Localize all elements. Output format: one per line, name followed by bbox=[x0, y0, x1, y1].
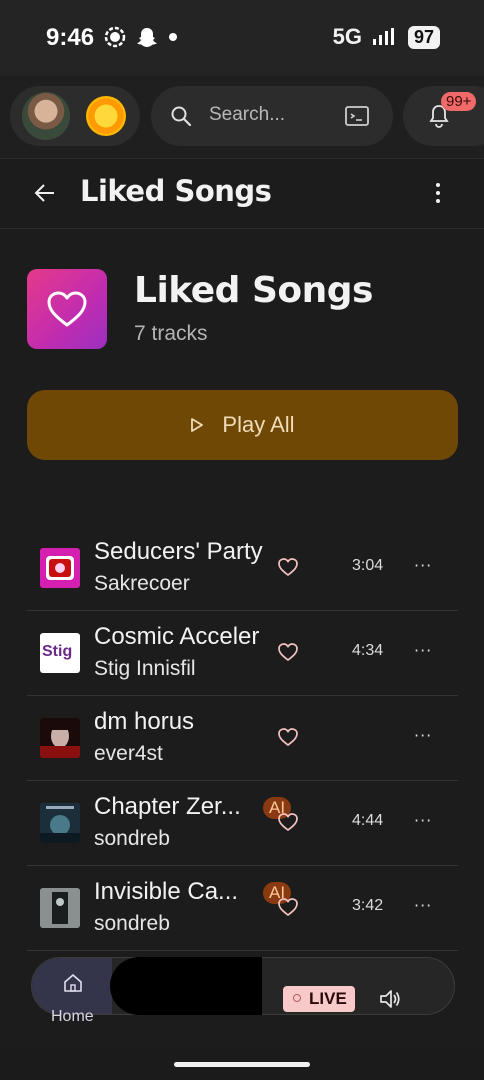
track-more-button[interactable]: ··· bbox=[414, 641, 432, 661]
track-artist: sondreb bbox=[94, 827, 170, 850]
status-bar: 9:46 5G 97 bbox=[0, 0, 484, 76]
search-bar[interactable]: Search... bbox=[151, 86, 393, 146]
status-time: 9:46 bbox=[46, 24, 95, 51]
track-artist: Stig Innisfil bbox=[94, 657, 196, 680]
track-more-button[interactable]: ··· bbox=[414, 811, 432, 831]
track-title: Cosmic Acceler bbox=[94, 623, 260, 650]
sun-status-icon[interactable] bbox=[86, 96, 126, 136]
track-row[interactable]: Chapter Zer... sondreb AI 4:44 ··· bbox=[27, 781, 458, 866]
playlist-cover bbox=[27, 269, 107, 349]
track-duration: 4:44 bbox=[352, 812, 384, 829]
track-title: Seducers' Party bbox=[94, 538, 263, 565]
play-icon bbox=[191, 418, 204, 432]
signal-app-icon bbox=[104, 26, 126, 48]
nav-home[interactable] bbox=[32, 958, 112, 1014]
notifications-button[interactable]: 99+ bbox=[403, 86, 484, 146]
playlist-title: Liked Songs bbox=[134, 270, 373, 311]
track-artwork bbox=[40, 888, 80, 928]
dot-indicator-icon bbox=[169, 33, 177, 41]
track-duration: 3:42 bbox=[352, 897, 384, 914]
snapchat-icon bbox=[137, 28, 157, 47]
page-header: Liked Songs bbox=[0, 158, 484, 229]
more-vertical-icon[interactable] bbox=[428, 180, 448, 206]
track-title: Chapter Zer... bbox=[94, 793, 241, 820]
avatar[interactable] bbox=[22, 92, 70, 140]
volume-icon[interactable] bbox=[378, 988, 402, 1010]
track-row[interactable]: Stig Cosmic Acceler Stig Innisfil 4:34 ·… bbox=[27, 611, 458, 696]
like-heart-icon[interactable] bbox=[277, 811, 299, 833]
track-row[interactable]: dm horus ever4st ··· bbox=[27, 696, 458, 781]
track-list: Seducers' Party Sakrecoer 3:04 ··· Stig … bbox=[27, 526, 458, 951]
system-nav-bar bbox=[0, 1048, 484, 1080]
track-artwork bbox=[40, 803, 80, 843]
network-type: 5G bbox=[332, 24, 362, 49]
track-more-button[interactable]: ··· bbox=[414, 556, 432, 576]
signal-strength-icon bbox=[372, 28, 394, 45]
top-bar: Search... 99+ bbox=[0, 76, 484, 159]
play-all-button[interactable]: Play All bbox=[27, 390, 458, 460]
terminal-icon[interactable] bbox=[345, 105, 369, 127]
like-heart-icon[interactable] bbox=[277, 726, 299, 748]
track-duration: 4:34 bbox=[352, 642, 384, 659]
home-icon bbox=[64, 974, 82, 992]
track-row[interactable]: Invisible Ca... sondreb AI 3:42 ··· bbox=[27, 866, 458, 951]
nav-home-label: Home bbox=[51, 1008, 94, 1025]
track-row[interactable]: Seducers' Party Sakrecoer 3:04 ··· bbox=[27, 526, 458, 611]
search-icon bbox=[171, 106, 192, 127]
track-artist: sondreb bbox=[94, 912, 170, 935]
track-title: Invisible Ca... bbox=[94, 878, 239, 905]
status-notification-icons bbox=[104, 26, 178, 48]
track-artist: Sakrecoer bbox=[94, 572, 190, 595]
now-playing-video[interactable] bbox=[110, 957, 262, 1015]
battery-level: 97 bbox=[407, 25, 440, 49]
track-duration: 3:04 bbox=[352, 557, 384, 574]
search-input[interactable]: Search... bbox=[209, 104, 285, 126]
home-gesture-handle[interactable] bbox=[174, 1062, 310, 1067]
track-more-button[interactable]: ··· bbox=[414, 726, 432, 746]
live-label: LIVE bbox=[309, 989, 347, 1008]
track-title: dm horus bbox=[94, 708, 195, 735]
live-button[interactable]: LIVE bbox=[283, 986, 355, 1012]
track-artwork: Stig bbox=[40, 633, 80, 673]
profile-switcher[interactable] bbox=[10, 86, 140, 146]
track-artwork bbox=[40, 548, 80, 588]
like-heart-icon[interactable] bbox=[277, 641, 299, 663]
play-all-label: Play All bbox=[222, 412, 295, 437]
heart-icon bbox=[47, 291, 87, 327]
live-dot-icon bbox=[293, 994, 301, 1002]
page-title: Liked Songs bbox=[80, 174, 272, 208]
back-arrow-icon[interactable] bbox=[32, 180, 58, 206]
status-system-icons: 5G 97 bbox=[333, 24, 440, 50]
like-heart-icon[interactable] bbox=[277, 556, 299, 578]
like-heart-icon[interactable] bbox=[277, 896, 299, 918]
artwork-text: Stig bbox=[42, 643, 73, 660]
track-artwork bbox=[40, 718, 80, 758]
track-count: 7 tracks bbox=[134, 322, 208, 345]
track-more-button[interactable]: ··· bbox=[414, 896, 432, 916]
notification-badge: 99+ bbox=[441, 92, 477, 111]
track-artist: ever4st bbox=[94, 742, 163, 765]
